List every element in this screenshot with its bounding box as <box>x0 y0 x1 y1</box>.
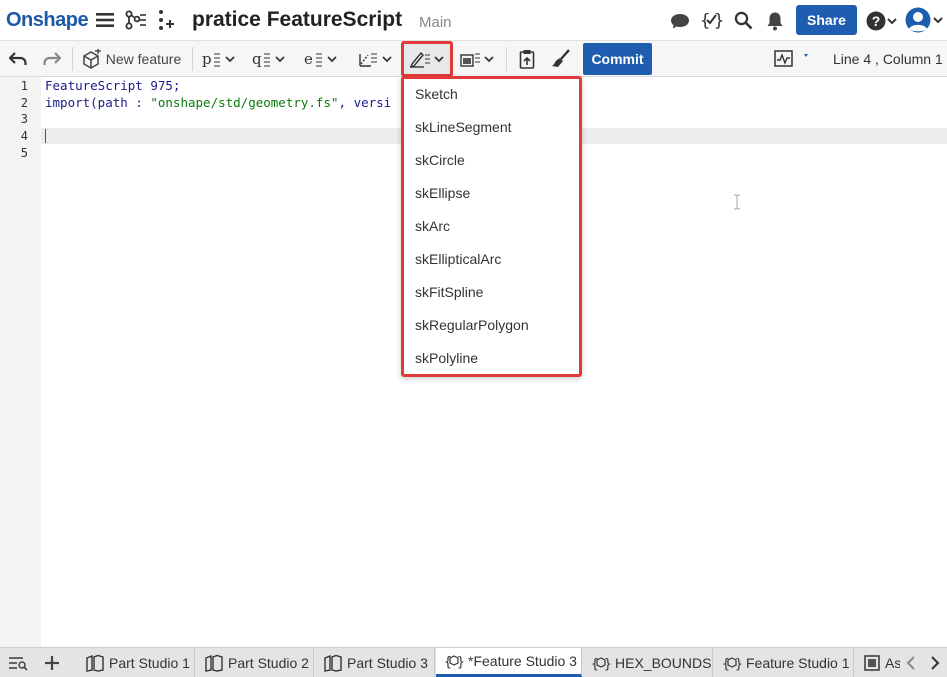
menu-item-skfitspline[interactable]: skFitSpline <box>415 284 483 300</box>
menu-item-skregularpolygon[interactable]: skRegularPolygon <box>415 317 529 333</box>
text-cursor <box>45 129 46 143</box>
redo-icon[interactable] <box>40 41 64 77</box>
evaluate-snippet-icon: e <box>304 50 337 68</box>
svg-text:e: e <box>304 50 313 68</box>
format-brush-icon[interactable] <box>548 41 574 77</box>
feature-studio-icon: {} <box>722 654 742 672</box>
vector-snippet-icon <box>359 53 392 67</box>
line-number: 5 <box>20 146 28 160</box>
tab-manager-icon[interactable] <box>4 648 32 677</box>
menu-item-skellipse[interactable]: skEllipse <box>415 185 470 201</box>
part-studio-icon <box>204 654 224 672</box>
toolbar-divider <box>506 47 507 71</box>
svg-text:}: } <box>714 11 724 31</box>
paste-icon[interactable] <box>514 41 540 77</box>
tab-part-studio-3[interactable]: Part Studio 3 <box>315 648 435 677</box>
bell-icon[interactable] <box>765 10 785 31</box>
sketch-snippet-menu: Sketch skLineSegment skCircle skEllipse … <box>401 76 582 377</box>
assembly-icon <box>863 654 881 672</box>
add-tab-icon[interactable] <box>38 648 66 677</box>
top-bar: Onshape pratice FeatureScript Main {} Sh… <box>0 0 947 40</box>
version-graph-icon[interactable] <box>124 9 148 31</box>
menu-item-skpolyline[interactable]: skPolyline <box>415 350 478 366</box>
svg-text:p: p <box>202 50 212 68</box>
featurescript-icon[interactable]: {} <box>700 9 724 31</box>
menu-item-sklinesegment[interactable]: skLineSegment <box>415 119 512 135</box>
feature-studio-icon: {} <box>591 654 611 672</box>
precondition-snippet-icon: p <box>202 50 235 68</box>
feature-snippet-dropdown[interactable] <box>458 41 498 77</box>
tab-feature-studio-1[interactable]: {} Feature Studio 1 <box>714 648 854 677</box>
code-line-2[interactable]: import(path : "onshape/std/geometry.fs",… <box>45 95 391 110</box>
code-token: , versi <box>338 95 392 110</box>
commit-button[interactable]: Commit <box>583 43 652 75</box>
tab-label: Part Studio 2 <box>228 654 309 671</box>
tab-scroll-right-icon[interactable] <box>924 648 946 677</box>
sketch-snippet-icon[interactable] <box>404 41 450 77</box>
workspace-name[interactable]: Main <box>419 14 452 31</box>
line-number-gutter <box>0 77 41 648</box>
tab-part-studio-2[interactable]: Part Studio 2 <box>196 648 314 677</box>
line-number: 2 <box>20 96 28 110</box>
menu-item-skarc[interactable]: skArc <box>415 218 450 234</box>
tab-label: Feature Studio 1 <box>746 654 850 671</box>
line-number: 3 <box>20 112 28 126</box>
tab-label: *Feature Studio 3 <box>468 653 577 669</box>
mouse-text-cursor-icon <box>733 194 741 210</box>
svg-text:?: ? <box>872 13 881 29</box>
user-icon[interactable] <box>904 7 944 35</box>
menu-item-sketch[interactable]: Sketch <box>415 86 458 102</box>
query-snippet-icon: q <box>252 50 285 68</box>
vector-snippet-dropdown[interactable] <box>356 41 396 77</box>
new-feature-icon <box>83 49 101 69</box>
new-feature-button[interactable]: New feature <box>78 41 184 77</box>
tab-label: Part Studio 3 <box>347 654 428 671</box>
tab-assembly[interactable]: As <box>855 648 900 677</box>
tab-label: Part Studio 1 <box>109 654 190 671</box>
help-icon[interactable]: ? <box>866 10 898 32</box>
feature-snippet-icon <box>460 53 494 67</box>
share-button[interactable]: Share <box>796 5 857 35</box>
monitor-chart-icon <box>774 50 808 67</box>
query-snippet-dropdown[interactable]: q <box>250 41 290 77</box>
line-number: 1 <box>20 79 28 93</box>
precondition-snippet-dropdown[interactable]: p <box>200 41 240 77</box>
line-number: 4 <box>20 129 28 143</box>
tab-label: As <box>885 654 900 671</box>
code-line-1[interactable]: FeatureScript 975; <box>45 78 180 93</box>
toolbar-divider <box>72 47 73 71</box>
menu-item-skellipticalarc[interactable]: skEllipticalArc <box>415 251 501 267</box>
tab-bar: Part Studio 1 Part Studio 2 Part Studio … <box>0 647 947 677</box>
analysis-dropdown[interactable] <box>772 41 814 77</box>
tab-scroll-left-icon[interactable] <box>900 648 922 677</box>
new-feature-label: New feature <box>105 51 182 67</box>
toolbar-divider <box>192 47 193 71</box>
tab-hex-bounds[interactable]: {} HEX_BOUNDS <box>583 648 713 677</box>
part-studio-icon <box>323 654 343 672</box>
tab-part-studio-1[interactable]: Part Studio 1 <box>77 648 195 677</box>
onshape-app: Onshape pratice FeatureScript Main {} Sh… <box>0 0 947 677</box>
part-studio-icon <box>85 654 105 672</box>
svg-text:q: q <box>252 50 262 68</box>
undo-icon[interactable] <box>6 41 30 77</box>
comment-icon[interactable] <box>669 11 691 31</box>
cursor-position-status: Line 4 , Column 1 <box>833 51 943 67</box>
onshape-logo[interactable]: Onshape <box>6 9 89 32</box>
hamburger-icon[interactable] <box>95 10 115 30</box>
tab-feature-studio-3[interactable]: {} *Feature Studio 3 <box>436 648 582 677</box>
code-token: import(path : <box>45 95 151 110</box>
string-literal: "onshape/std/geometry.fs" <box>150 95 339 110</box>
featurescript-toolbar: New feature p q e Commit Line 4 , Column… <box>0 40 947 77</box>
feature-studio-icon: {} <box>444 652 464 670</box>
tab-label: HEX_BOUNDS <box>615 654 712 671</box>
search-icon[interactable] <box>733 10 753 30</box>
evaluate-snippet-dropdown[interactable]: e <box>302 41 342 77</box>
document-title[interactable]: pratice FeatureScript <box>192 8 402 32</box>
insert-icon[interactable] <box>156 9 176 31</box>
menu-item-skcircle[interactable]: skCircle <box>415 152 465 168</box>
